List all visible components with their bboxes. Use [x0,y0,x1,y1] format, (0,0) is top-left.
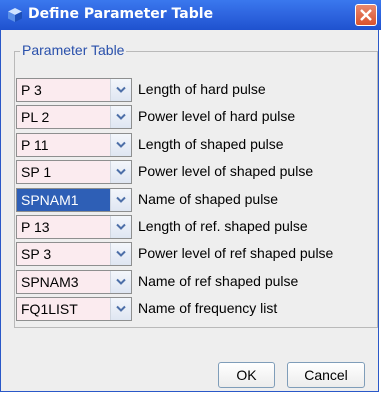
parameter-description: Power level of hard pulse [138,108,296,124]
parameter-combo[interactable]: P 3 [16,78,132,102]
parameter-combo[interactable]: SPNAM1 [16,188,132,212]
title-bar[interactable]: Define Parameter Table [0,0,381,30]
parameter-description: Name of shaped pulse [138,191,279,207]
parameter-combo[interactable]: FQ1LIST [16,297,132,321]
parameter-combo-value[interactable]: SPNAM3 [17,271,110,293]
parameter-combo[interactable]: P 11 [16,133,132,157]
parameter-combo-value[interactable]: P 3 [17,79,110,101]
dropdown-button[interactable] [110,79,131,101]
chevron-down-icon [116,141,126,148]
dropdown-button[interactable] [110,134,131,156]
chevron-down-icon [116,250,126,257]
parameter-description: Length of ref. shaped pulse [138,218,308,234]
parameter-combo-value[interactable]: P 11 [17,134,110,156]
app-cube-icon [7,7,23,23]
parameter-combo[interactable]: SP 3 [16,242,132,266]
chevron-down-icon [116,86,126,93]
dialog-title: Define Parameter Table [28,6,214,22]
cancel-button[interactable]: Cancel [287,362,365,388]
group-legend: Parameter Table [20,42,127,58]
parameter-description: Power level of ref shaped pulse [138,245,334,261]
parameter-description: Power level of shaped pulse [138,163,314,179]
parameter-combo-value[interactable]: P 13 [17,216,110,238]
dropdown-button[interactable] [110,106,131,128]
chevron-down-icon [116,278,126,285]
dropdown-button[interactable] [110,243,131,265]
parameter-description: Name of frequency list [138,300,278,316]
dropdown-button[interactable] [110,161,131,183]
parameter-combo-value[interactable]: FQ1LIST [17,298,110,320]
parameter-combo[interactable]: PL 2 [16,105,132,129]
dropdown-button[interactable] [110,271,131,293]
parameter-combo-value[interactable]: SP 3 [17,243,110,265]
ok-button[interactable]: OK [218,362,275,388]
chevron-down-icon [116,196,126,203]
chevron-down-icon [116,113,126,120]
parameter-combo-value[interactable]: SP 1 [17,161,110,183]
chevron-down-icon [116,223,126,230]
parameter-combo-value[interactable]: SPNAM1 [17,189,110,211]
chevron-down-icon [116,168,126,175]
parameter-combo[interactable]: P 13 [16,215,132,239]
dropdown-button[interactable] [110,298,131,320]
chevron-down-icon [116,305,126,312]
close-button[interactable] [355,4,377,26]
parameter-combo[interactable]: SP 1 [16,160,132,184]
parameter-description: Name of ref shaped pulse [138,273,299,289]
parameter-description: Length of hard pulse [138,81,266,97]
dropdown-button[interactable] [110,189,131,211]
parameter-combo[interactable]: SPNAM3 [16,270,132,294]
parameter-combo-value[interactable]: PL 2 [17,106,110,128]
dropdown-button[interactable] [110,216,131,238]
close-icon [360,9,372,21]
parameter-description: Length of shaped pulse [138,136,284,152]
